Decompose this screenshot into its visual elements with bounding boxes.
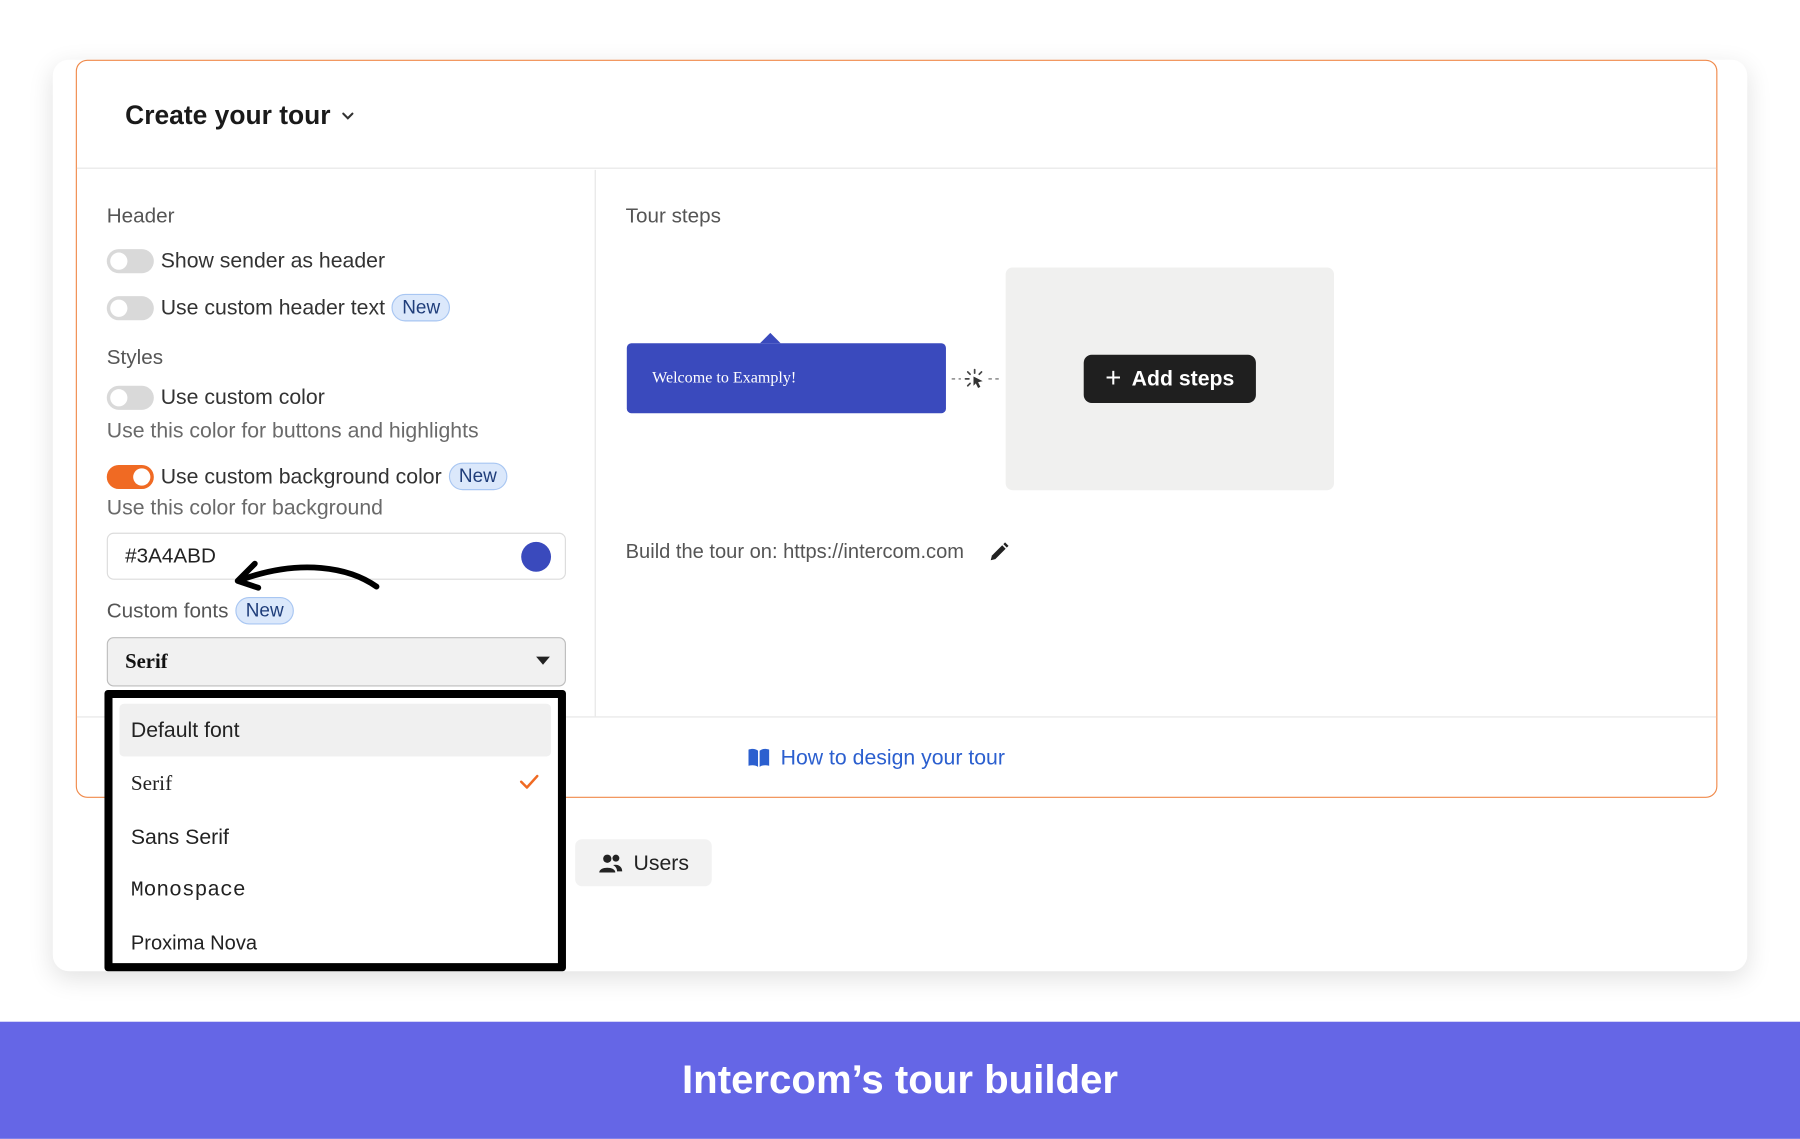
build-on-url: Build the tour on: https://intercom.com [625,539,965,563]
font-option-monospace[interactable]: Monospace [119,863,551,916]
custom-color-label: Use custom color [160,384,325,409]
annotation-arrow [234,560,380,591]
screen: Create your tour Header Show sender as h… [0,0,1800,1139]
color-swatch[interactable] [521,541,552,572]
new-badge: New [391,293,451,322]
color-value: #3A4ABD [125,544,216,568]
book-icon [748,748,770,767]
show-sender-row: Show sender as header [106,247,386,273]
custom-fonts-label: Custom fonts [106,598,229,622]
new-badge: New [448,462,508,491]
step-preview-text: Welcome to Examply! [652,369,797,387]
tour-steps-column: Tour steps Welcome to Examply! + Add ste… [596,170,1716,716]
font-select-value: Serif [125,649,168,673]
custom-bg-color-label: Use custom background color [160,463,442,488]
font-select[interactable]: Serif [106,637,566,687]
add-steps-button[interactable]: + Add steps [1083,354,1256,403]
pencil-icon[interactable] [987,540,1010,563]
add-steps-label: Add steps [1131,366,1235,391]
users-label: Users [633,850,689,875]
click-connector-icon [951,368,1000,389]
how-to-design-label: How to design your tour [780,745,1005,770]
font-option-proxima-nova[interactable]: Proxima Nova [119,916,551,963]
custom-header-text-toggle[interactable] [106,295,154,320]
add-steps-area: + Add steps [1005,267,1334,491]
how-to-design-link[interactable]: How to design your tour [747,745,1005,770]
show-sender-toggle[interactable] [106,248,154,273]
styles-section-label: Styles [106,345,164,369]
font-dropdown-menu: Default font Serif Sans Serif Monospace … [104,689,566,972]
tour-builder-panel: Create your tour Header Show sender as h… [75,59,1718,798]
font-option-label: Proxima Nova [130,930,258,954]
custom-color-row: Use custom color [106,384,325,410]
settings-column: Header Show sender as header Use custom … [77,169,596,717]
plus-icon: + [1105,362,1122,394]
header-section-label: Header [106,204,175,228]
tour-steps-label: Tour steps [625,204,721,228]
checkmark-icon [519,774,539,789]
chevron-down-icon [342,112,354,120]
font-option-label: Default font [130,717,240,742]
build-on-row: Build the tour on: https://intercom.com [626,540,1010,564]
users-icon [599,853,623,872]
show-sender-label: Show sender as header [160,247,386,273]
tour-step-preview[interactable]: Welcome to Examply! [626,332,946,414]
custom-bg-help: Use this color for background [106,494,384,519]
panel-title-dropdown[interactable]: Create your tour [125,100,356,131]
caption-band: Intercom’s tour builder [0,1021,1800,1139]
caret-down-icon [536,656,550,665]
font-option-label: Monospace [130,877,246,902]
custom-color-toggle[interactable] [106,385,154,410]
custom-header-text-row: Use custom header text New [106,293,451,322]
users-button[interactable]: Users [575,839,712,887]
font-option-sans-serif[interactable]: Sans Serif [119,810,551,863]
custom-color-help: Use this color for buttons and highlight… [106,417,479,442]
custom-bg-color-toggle[interactable] [106,464,154,489]
font-option-label: Sans Serif [130,824,229,849]
custom-header-text-label: Use custom header text [160,295,386,320]
panel-header: Create your tour [76,61,1717,169]
font-option-label: Serif [130,772,173,795]
caption-text: Intercom’s tour builder [681,1057,1119,1103]
panel-title: Create your tour [125,99,331,130]
font-option-serif[interactable]: Serif [119,758,551,811]
font-option-default[interactable]: Default font [119,703,552,757]
custom-bg-color-row: Use custom background color New [106,462,508,491]
